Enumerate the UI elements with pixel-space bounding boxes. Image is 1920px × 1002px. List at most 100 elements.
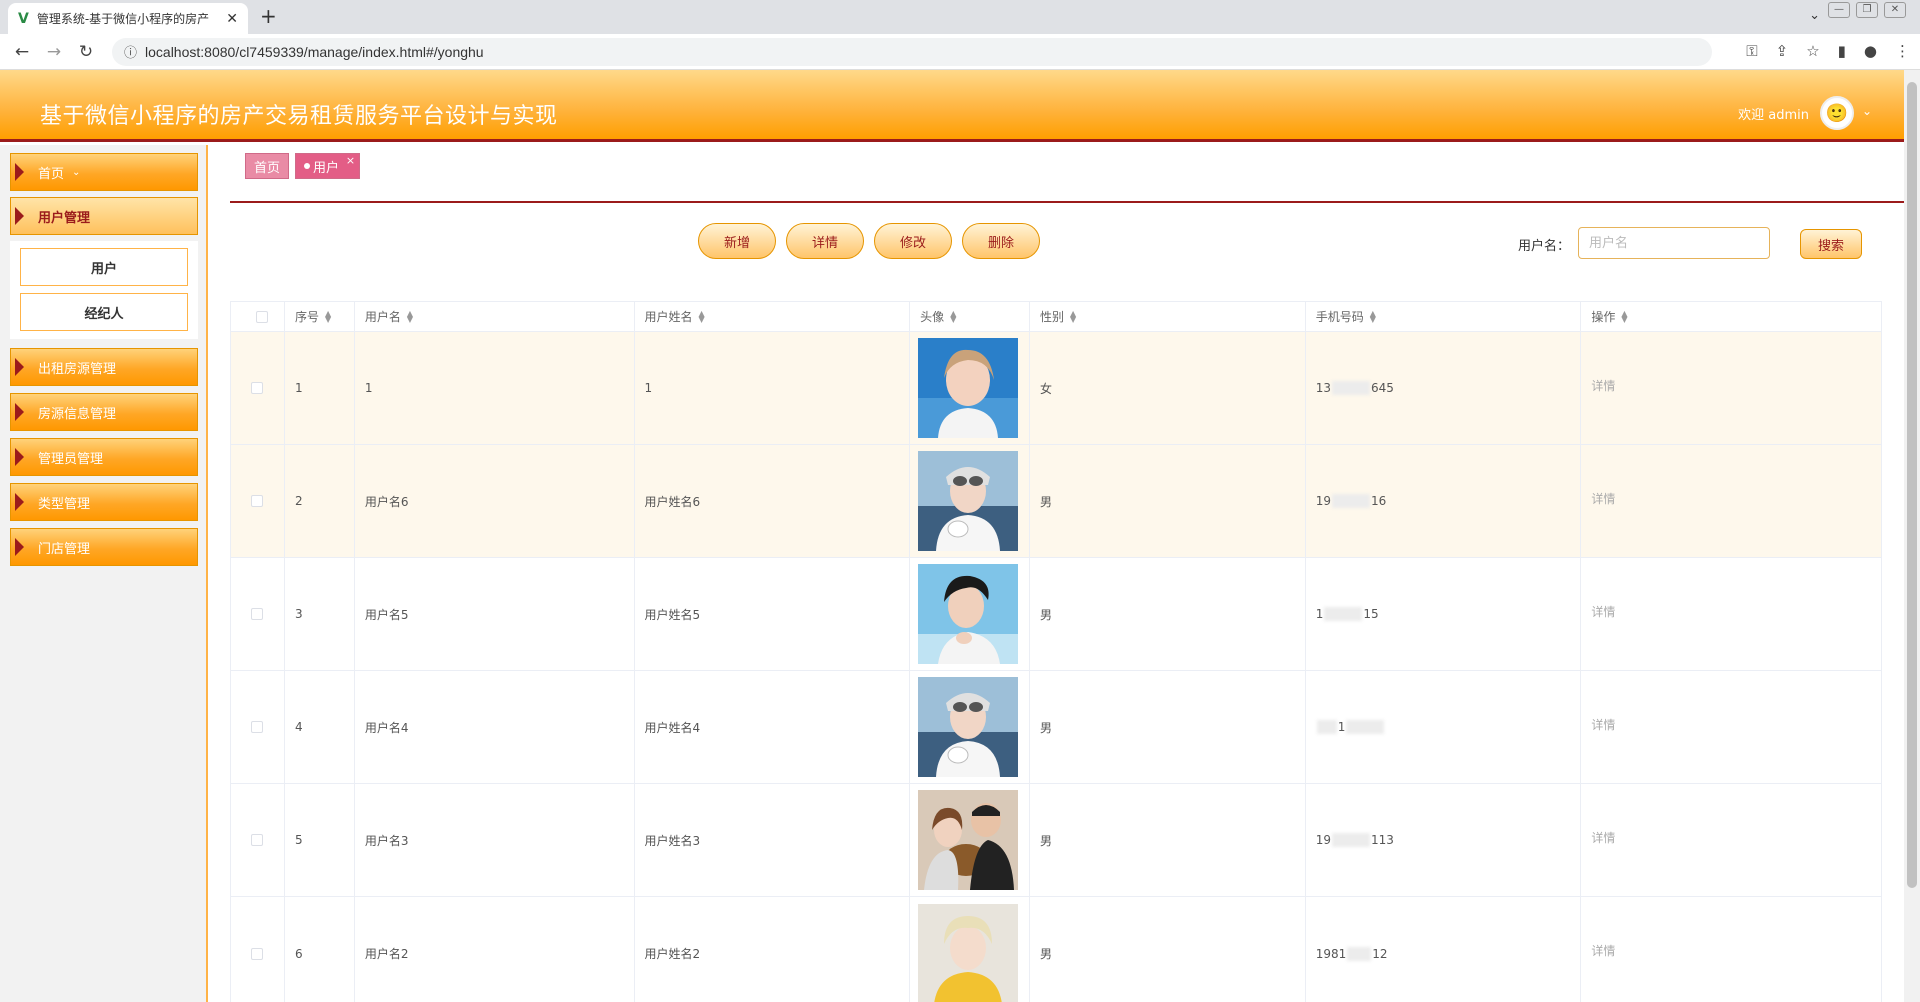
row-checkbox[interactable]: [251, 721, 264, 733]
row-detail-link[interactable]: 详情: [1591, 716, 1615, 733]
user-avatar-image: [918, 903, 1019, 1002]
forward-icon[interactable]: →: [38, 42, 70, 62]
page-scrollbar[interactable]: [1904, 70, 1920, 1002]
sidebar-item-house-info-mgmt[interactable]: 房源信息管理: [10, 393, 198, 431]
menu-kebab-icon[interactable]: ⋮: [1895, 42, 1910, 60]
col-header-username[interactable]: 用户名 ▲ ▼: [355, 302, 635, 331]
cell-gender: 男: [1030, 671, 1306, 783]
url-field[interactable]: ⓘ localhost:8080/cl7459339/manage/index.…: [112, 37, 1712, 66]
tag-user[interactable]: 用户 ×: [295, 153, 361, 179]
table-row[interactable]: 2 用户名6 用户姓名6 男 19 16 详情: [231, 445, 1881, 558]
row-detail-link[interactable]: 详情: [1591, 490, 1615, 507]
sidebar-subitem-user[interactable]: 用户: [20, 248, 188, 286]
window-controls: — ❐ ✕: [1828, 2, 1906, 18]
cell-realname: 用户姓名2: [635, 897, 911, 1002]
row-detail-link[interactable]: 详情: [1591, 377, 1615, 394]
sidebar-item-user-mgmt[interactable]: 用户管理: [10, 197, 198, 235]
user-menu-chevron-icon[interactable]: ⌄: [1862, 104, 1872, 118]
scrollbar-thumb[interactable]: [1907, 82, 1917, 888]
vue-logo-icon: V: [18, 10, 29, 27]
row-checkbox[interactable]: [251, 495, 264, 507]
row-checkbox[interactable]: [251, 382, 264, 394]
cell-phone: 19 16: [1306, 445, 1582, 557]
table-row[interactable]: 3 用户名5 用户姓名5 男 1 15 详情: [231, 558, 1881, 671]
delete-button[interactable]: 删除: [962, 223, 1040, 259]
cell-gender: 男: [1030, 784, 1306, 896]
cell-phone: 19 113: [1306, 784, 1582, 896]
key-icon[interactable]: ⚿: [1746, 42, 1757, 60]
col-header-realname[interactable]: 用户姓名 ▲ ▼: [635, 302, 911, 331]
close-window-icon[interactable]: ✕: [1884, 2, 1906, 18]
sort-icon[interactable]: ▲ ▼: [407, 309, 413, 323]
sort-icon[interactable]: ▲ ▼: [950, 309, 956, 323]
header-divider: [230, 201, 1904, 203]
cell-username: 1: [355, 332, 635, 444]
sidebar-subitem-agent[interactable]: 经纪人: [20, 293, 188, 331]
sort-icon[interactable]: ▲ ▼: [1070, 309, 1076, 323]
chevron-down-icon: ⌄: [72, 166, 81, 178]
add-button[interactable]: 新增: [698, 223, 776, 259]
row-detail-link[interactable]: 详情: [1591, 942, 1615, 959]
tags-view: 首页 用户 ×: [245, 153, 361, 179]
col-header-avatar[interactable]: 头像 ▲ ▼: [910, 302, 1031, 331]
row-checkbox[interactable]: [251, 608, 264, 620]
minimize-icon[interactable]: —: [1828, 2, 1850, 18]
cell-username: 用户名6: [355, 445, 635, 557]
back-icon[interactable]: ←: [6, 42, 38, 62]
sidebar-item-home[interactable]: 首页 ⌄: [10, 153, 198, 191]
row-checkbox[interactable]: [251, 834, 264, 846]
reload-icon[interactable]: ↻: [70, 42, 102, 62]
row-detail-link[interactable]: 详情: [1591, 829, 1615, 846]
row-checkbox[interactable]: [251, 947, 264, 960]
site-info-icon[interactable]: ⓘ: [124, 42, 137, 61]
sidebar: 首页 ⌄ 用户管理 用户 经纪人 出租房源管理 房源信息管理 管理员管理 类型管…: [0, 145, 208, 1002]
tab-search-chevron-icon[interactable]: ⌄: [1809, 8, 1820, 23]
edit-button[interactable]: 修改: [874, 223, 952, 259]
sidebar-item-label: 用户管理: [38, 210, 91, 226]
profile-icon[interactable]: ●: [1864, 42, 1877, 60]
sidebar-item-store-mgmt[interactable]: 门店管理: [10, 528, 198, 566]
sidebar-item-rental-mgmt[interactable]: 出租房源管理: [10, 348, 198, 386]
tag-close-icon[interactable]: ×: [346, 154, 355, 167]
col-header-index[interactable]: 序号 ▲ ▼: [285, 302, 355, 331]
sidebar-item-type-mgmt[interactable]: 类型管理: [10, 483, 198, 521]
browser-tab-bar: V 管理系统-基于微信小程序的房产 ✕ + ⌄ — ❐ ✕: [0, 0, 1920, 34]
triangle-icon: [15, 163, 24, 181]
sidebar-item-admin-mgmt[interactable]: 管理员管理: [10, 438, 198, 476]
restore-icon[interactable]: ❐: [1856, 2, 1878, 18]
redacted-mask: [1331, 381, 1370, 395]
sort-icon[interactable]: ▲ ▼: [1621, 309, 1627, 323]
sort-icon[interactable]: ▲ ▼: [699, 309, 705, 323]
tag-home[interactable]: 首页: [245, 153, 290, 179]
side-panel-icon[interactable]: ▮: [1838, 42, 1846, 60]
share-icon[interactable]: ⇪: [1776, 42, 1789, 60]
table-row[interactable]: 5 用户名3 用户姓名3 男 19 113 详情: [231, 784, 1881, 897]
tag-label: 首页: [254, 160, 281, 176]
username-search-input[interactable]: [1578, 227, 1770, 259]
bookmark-star-icon[interactable]: ☆: [1806, 42, 1819, 60]
sidebar-item-label: 房源信息管理: [38, 406, 117, 422]
detail-button[interactable]: 详情: [786, 223, 864, 259]
user-table: 序号 ▲ ▼ 用户名 ▲ ▼ 用户姓名 ▲ ▼ 头像 ▲ ▼ 性别 ▲ ▼ 手机号码 ▲ ▼ 操作 ▲ ▼ …: [230, 301, 1882, 1002]
tab-close-icon[interactable]: ✕: [226, 11, 238, 27]
select-all-checkbox[interactable]: [256, 310, 269, 323]
admin-avatar[interactable]: 🙂: [1820, 96, 1854, 130]
sidebar-item-label: 类型管理: [38, 496, 91, 512]
tag-label: 用户: [313, 160, 340, 176]
table-row[interactable]: 1 1 1 女 13 645 详情: [231, 332, 1881, 445]
new-tab-icon[interactable]: +: [260, 4, 277, 28]
table-row[interactable]: 6 用户名2 用户姓名2 男 1981 12 详情: [231, 897, 1881, 1002]
col-header-phone[interactable]: 手机号码 ▲ ▼: [1306, 302, 1582, 331]
col-header-actions[interactable]: 操作 ▲ ▼: [1581, 302, 1881, 331]
cell-gender: 男: [1030, 445, 1306, 557]
col-header-gender[interactable]: 性别 ▲ ▼: [1030, 302, 1306, 331]
user-avatar-image: [918, 451, 1019, 551]
row-detail-link[interactable]: 详情: [1591, 603, 1615, 620]
sort-icon[interactable]: ▲ ▼: [325, 309, 331, 323]
browser-tab[interactable]: V 管理系统-基于微信小程序的房产 ✕: [8, 3, 248, 34]
cell-phone: 1: [1306, 671, 1582, 783]
table-row[interactable]: 4 用户名4 用户姓名4 男 1 详情: [231, 671, 1881, 784]
search-button[interactable]: 搜索: [1800, 229, 1862, 259]
sort-icon[interactable]: ▲ ▼: [1370, 309, 1376, 323]
triangle-icon: [15, 403, 24, 421]
